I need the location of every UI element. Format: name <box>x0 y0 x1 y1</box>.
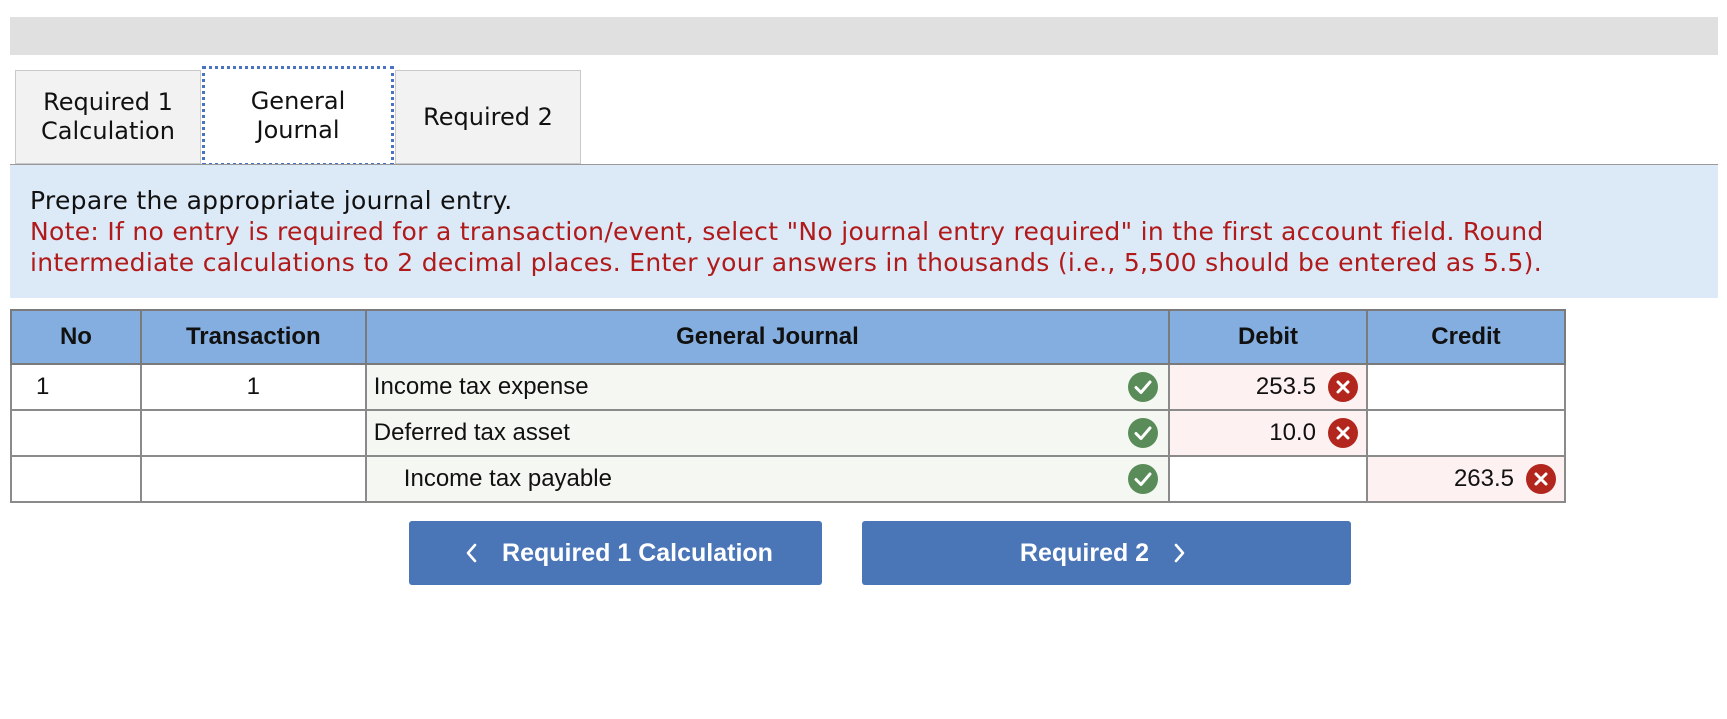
debit-value: 253.5 <box>1255 373 1316 400</box>
credit-input[interactable]: 263.5 <box>1365 455 1567 503</box>
tab-label: General Journal <box>250 87 346 144</box>
x-circle-icon <box>1526 464 1556 494</box>
instruction-text: Prepare the appropriate journal entry. <box>30 186 513 215</box>
row-transaction <box>139 409 367 457</box>
row-transaction: 1 <box>139 363 367 411</box>
account-select[interactable]: Income tax expense <box>364 363 1171 411</box>
tab-general-journal[interactable]: General Journal <box>202 66 394 166</box>
tab-label: Required 1 Calculation <box>41 88 175 145</box>
account-name: Deferred tax asset <box>373 419 570 446</box>
chevron-right-icon <box>1165 539 1193 567</box>
account-name: Income tax expense <box>373 373 589 400</box>
header-transaction: Transaction <box>139 309 367 365</box>
header-debit: Debit <box>1168 309 1368 365</box>
credit-value: 263.5 <box>1453 465 1514 492</box>
credit-input[interactable] <box>1365 363 1567 411</box>
account-name: Income tax payable <box>403 465 612 492</box>
check-circle-icon <box>1128 418 1159 448</box>
account-select[interactable]: Income tax payable <box>364 455 1171 503</box>
top-bar <box>10 17 1718 55</box>
chevron-left-icon <box>458 539 486 567</box>
row-transaction <box>139 455 367 503</box>
tab-required-1-calculation[interactable]: Required 1 Calculation <box>15 70 201 164</box>
tab-required-2[interactable]: Required 2 <box>395 70 581 164</box>
debit-input[interactable]: 253.5 <box>1168 363 1368 411</box>
table-header-row: No Transaction General Journal Debit Cre… <box>10 309 1567 365</box>
table-row: 1 1 Income tax expense 253.5 <box>10 363 1567 411</box>
prev-button-label: Required 1 Calculation <box>502 538 773 567</box>
instruction-note: Note: If no entry is required for a tran… <box>30 217 1544 277</box>
instructions-panel: Prepare the appropriate journal entry. N… <box>10 165 1718 298</box>
check-circle-icon <box>1128 464 1159 494</box>
x-circle-icon <box>1327 372 1358 402</box>
next-required-2-button[interactable]: Required 2 <box>862 521 1351 585</box>
row-no <box>10 409 142 457</box>
row-no: 1 <box>10 363 142 411</box>
prev-required-1-calculation-button[interactable]: Required 1 Calculation <box>409 521 822 585</box>
account-select[interactable]: Deferred tax asset <box>364 409 1171 457</box>
x-circle-icon <box>1327 418 1358 448</box>
header-no: No <box>10 309 142 365</box>
tab-label: Required 2 <box>423 102 553 131</box>
debit-input[interactable]: 10.0 <box>1168 409 1368 457</box>
credit-input[interactable] <box>1365 409 1567 457</box>
next-button-label: Required 2 <box>1019 538 1150 567</box>
header-general-journal: General Journal <box>364 309 1171 365</box>
check-circle-icon <box>1128 372 1159 402</box>
row-no <box>10 455 142 503</box>
debit-value: 10.0 <box>1269 419 1316 446</box>
table-row: Deferred tax asset 10.0 <box>10 409 1567 457</box>
table-row: Income tax payable 263.5 <box>10 455 1567 503</box>
debit-input[interactable] <box>1168 455 1368 503</box>
journal-table: No Transaction General Journal Debit Cre… <box>10 309 1567 503</box>
header-credit: Credit <box>1365 309 1567 365</box>
